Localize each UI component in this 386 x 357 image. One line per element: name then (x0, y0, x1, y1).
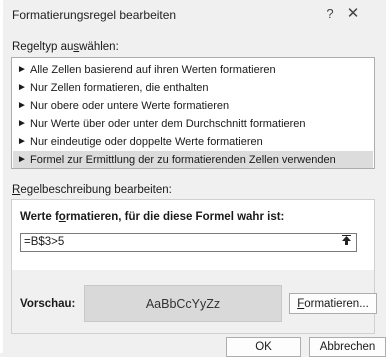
rule-type-item-label: Nur eindeutige oder doppelte Werte forma… (30, 136, 263, 148)
rule-type-item[interactable]: ► Nur obere oder untere Werte formatiere… (13, 97, 373, 114)
up-arrow-icon (341, 235, 352, 246)
formula-input[interactable]: =B$3>5 (20, 233, 357, 252)
arrow-icon: ► (14, 118, 30, 129)
ok-button[interactable]: OK (226, 337, 301, 357)
arrow-icon: ► (14, 100, 30, 111)
help-button[interactable]: ? (322, 6, 338, 21)
close-button[interactable]: ✕ (345, 4, 361, 22)
dialog-title: Formatierungsregel bearbeiten (12, 8, 176, 22)
collapse-dialog-icon[interactable] (339, 235, 354, 250)
format-button[interactable]: Formatieren... (289, 293, 377, 314)
arrow-icon: ► (14, 154, 30, 165)
rule-type-item[interactable]: ► Nur Werte über oder unter dem Durchsch… (13, 115, 373, 132)
rule-type-item[interactable]: ► Nur eindeutige oder doppelte Werte for… (13, 133, 373, 150)
rule-type-label: Regeltyp auswählen: (12, 41, 119, 53)
formula-heading: Werte formatieren, für die diese Formel … (20, 211, 284, 223)
preview-sample-text: AaBbCcYyZz (146, 297, 220, 311)
rule-type-item-label: Nur Zellen formatieren, die enthalten (30, 82, 209, 94)
arrow-icon: ► (14, 82, 30, 93)
arrow-icon: ► (14, 136, 30, 147)
background-sheet-strip: ( (0, 0, 3, 353)
rule-type-item-label: Nur Werte über oder unter dem Durchschni… (30, 118, 306, 130)
rule-type-list[interactable]: ► Alle Zellen basierend auf ihren Werten… (11, 57, 375, 169)
formula-value: =B$3>5 (24, 236, 64, 248)
rule-type-item-selected[interactable]: ► Formel zur Ermittlung der zu formatier… (13, 151, 373, 168)
arrow-icon: ► (14, 64, 30, 75)
preview-box: AaBbCcYyZz (84, 285, 282, 322)
preview-label: Vorschau: (20, 298, 75, 310)
rule-type-item[interactable]: ► Nur Zellen formatieren, die enthalten (13, 79, 373, 96)
cancel-button[interactable]: Abbrechen (309, 337, 386, 357)
rule-type-item-label: Nur obere oder untere Werte formatieren (30, 100, 229, 112)
rule-description-label: Regelbeschreibung bearbeiten: (12, 184, 172, 196)
rule-type-item-label: Alle Zellen basierend auf ihren Werten f… (30, 64, 276, 76)
rule-type-item[interactable]: ► Alle Zellen basierend auf ihren Werten… (13, 61, 373, 78)
rule-type-item-label: Formel zur Ermittlung der zu formatieren… (30, 154, 336, 166)
